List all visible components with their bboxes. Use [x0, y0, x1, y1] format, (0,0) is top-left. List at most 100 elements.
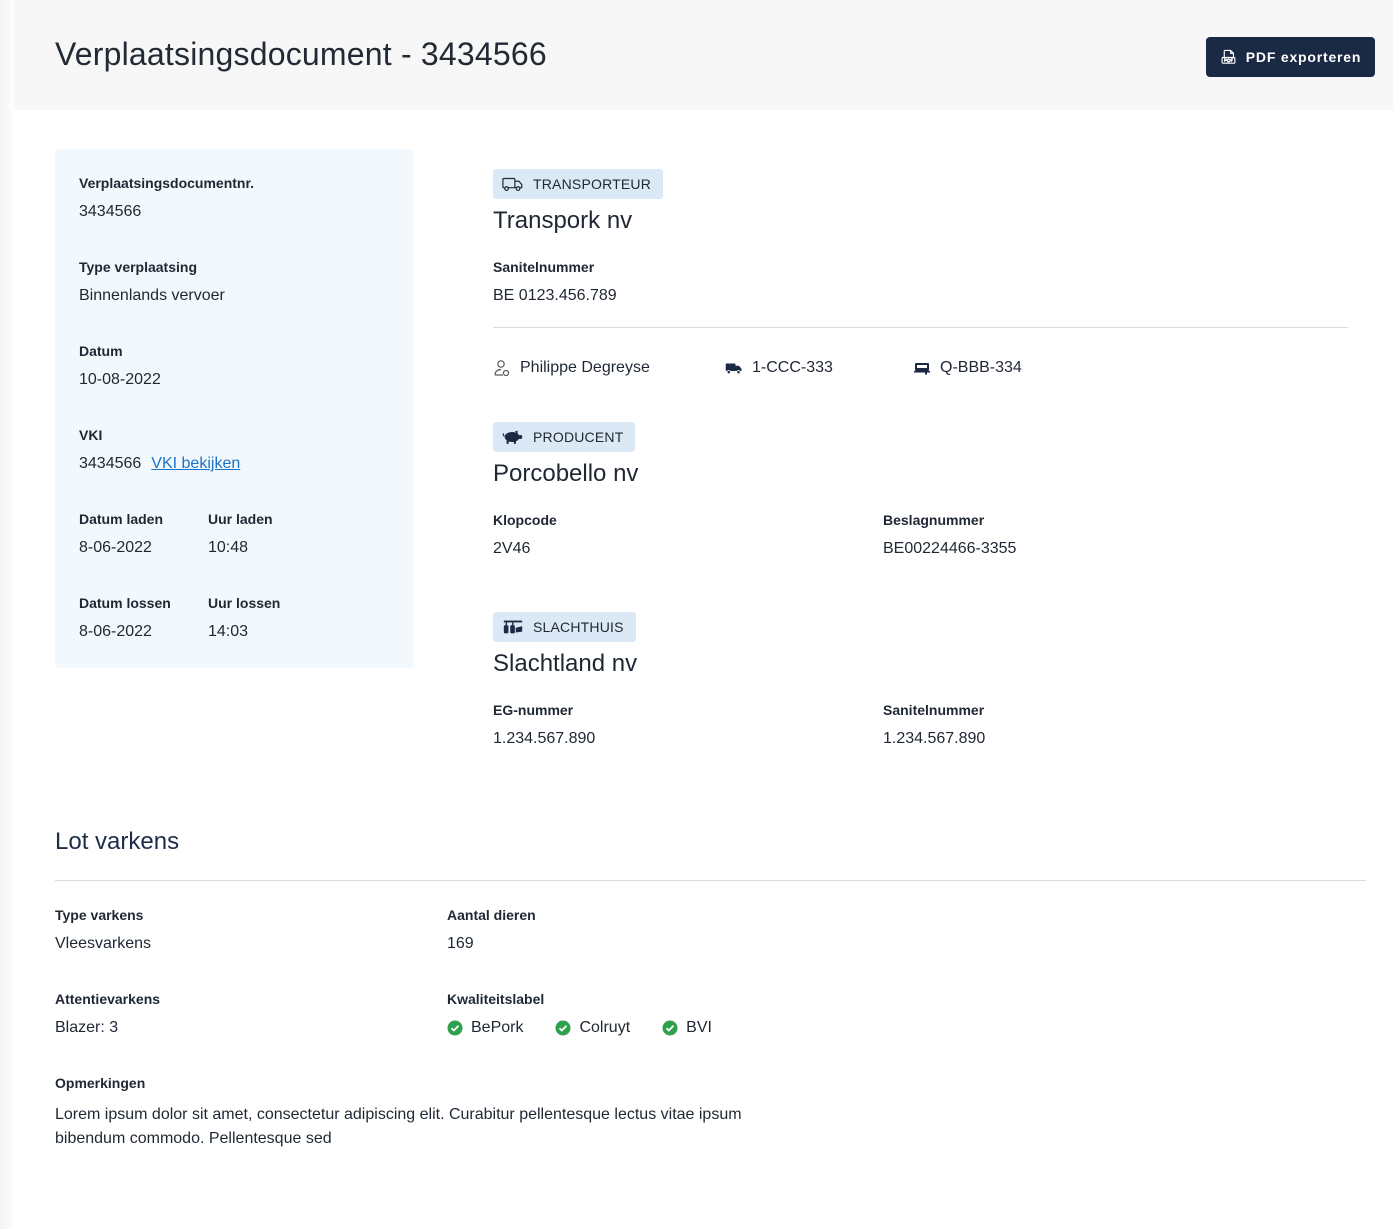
pig-icon	[502, 430, 523, 444]
trailer-icon	[914, 363, 930, 375]
pig-type-value: Vleesvarkens	[55, 935, 152, 952]
load-time-field: Uur laden 10:48	[208, 511, 273, 557]
load-time-value: 10:48	[208, 539, 249, 556]
slachthuis-tag: SLACHTHUIS	[493, 612, 636, 642]
beslag-label: Beslagnummer	[883, 512, 985, 528]
date-label: Datum	[79, 343, 123, 359]
animal-count-field: Aantal dieren 169	[447, 907, 536, 953]
quality-label-item: BePork	[447, 1019, 523, 1037]
unload-date-field: Datum lossen 8-06-2022	[79, 595, 171, 641]
unload-time-value: 14:03	[208, 623, 249, 640]
slachthuis-name: Slachtland nv	[493, 650, 638, 677]
docnr-value: 3434566	[79, 203, 142, 220]
lot-title: Lot varkens	[55, 828, 180, 855]
unload-time-label: Uur lossen	[208, 595, 281, 611]
pig-type-label: Type varkens	[55, 907, 144, 923]
transporteur-sanitel-field: Sanitelnummer BE 0123.456.789	[493, 259, 617, 305]
truck-outline-icon	[502, 177, 523, 192]
page-shadow	[0, 0, 14, 1229]
slachthuis-sanitel-value: 1.234.567.890	[883, 730, 986, 747]
load-date-value: 8-06-2022	[79, 539, 152, 556]
slachthuis-sanitel-field: Sanitelnummer 1.234.567.890	[883, 702, 985, 748]
type-label: Type verplaatsing	[79, 259, 198, 275]
date-field: Datum 10-08-2022	[79, 343, 161, 389]
transporteur-tag: TRANSPORTEUR	[493, 169, 664, 199]
document-info-card: Verplaatsingsdocumentnr. 3434566 Type ve…	[55, 149, 413, 668]
producent-name: Porcobello nv	[493, 460, 639, 487]
attention-value: Blazer: 3	[55, 1019, 119, 1036]
page-header: Verplaatsingsdocument - 3434566 PDF expo…	[14, 0, 1393, 110]
pdf-export-button[interactable]: PDF exporteren	[1206, 37, 1375, 77]
eg-field: EG-nummer 1.234.567.890	[493, 702, 595, 748]
attention-field: Attentievarkens Blazer: 3	[55, 991, 160, 1037]
vki-label: VKI	[79, 427, 103, 443]
vki-value: 3434566	[79, 455, 142, 472]
vki-field: VKI 3434566 VKI bekijken	[79, 427, 240, 473]
quality-field: Kwaliteitslabel BePork Colruyt BVI	[447, 991, 712, 1037]
pig-type-field: Type varkens Vleesvarkens	[55, 907, 151, 953]
check-circle-icon	[555, 1020, 571, 1036]
beslag-value: BE00224466-3355	[883, 540, 1017, 557]
truck-plate: 1-CCC-333	[752, 359, 833, 376]
animal-count-label: Aantal dieren	[447, 907, 536, 923]
producent-tag: PRODUCENT	[493, 422, 636, 452]
lot-divider	[55, 880, 1366, 881]
quality-label-name: Colruyt	[579, 1019, 631, 1036]
docnr-label: Verplaatsingsdocumentnr.	[79, 175, 255, 191]
vki-view-link[interactable]: VKI bekijken	[151, 455, 240, 472]
klopcode-label: Klopcode	[493, 512, 557, 528]
transporteur-sanitel-label: Sanitelnummer	[493, 259, 595, 275]
klopcode-value: 2V46	[493, 540, 531, 557]
transporteur-name: Transpork nv	[493, 207, 633, 234]
driver-name: Philippe Degreyse	[520, 359, 650, 376]
quality-label-name: BVI	[686, 1019, 712, 1036]
load-date-label: Datum laden	[79, 511, 164, 527]
transport-meta-row: Philippe Degreyse 1-CCC-333 Q-BBB-334	[493, 359, 1022, 377]
pdf-file-icon	[1221, 49, 1236, 64]
check-circle-icon	[662, 1020, 678, 1036]
trailer-item: Q-BBB-334	[913, 359, 1022, 377]
transporteur-sanitel-value: BE 0123.456.789	[493, 287, 617, 304]
trailer-plate: Q-BBB-334	[940, 359, 1022, 376]
vki-value-row: 3434566 VKI bekijken	[79, 455, 240, 473]
quality-label: Kwaliteitslabel	[447, 991, 545, 1007]
quality-label-list: BePork Colruyt BVI	[447, 1019, 712, 1037]
unload-time-field: Uur lossen 14:03	[208, 595, 280, 641]
docnr-field: Verplaatsingsdocumentnr. 3434566	[79, 175, 254, 221]
person-icon	[494, 360, 510, 377]
page: Verplaatsingsdocument - 3434566 PDF expo…	[14, 0, 1393, 1229]
animal-count-value: 169	[447, 935, 474, 952]
truck-item: 1-CCC-333	[725, 359, 913, 377]
transporteur-section: TRANSPORTEUR Transpork nv Sanitelnummer …	[493, 169, 1348, 384]
attention-label: Attentievarkens	[55, 991, 161, 1007]
eg-label: EG-nummer	[493, 702, 574, 718]
transporteur-tag-label: TRANSPORTEUR	[533, 176, 652, 192]
klopcode-field: Klopcode 2V46	[493, 512, 557, 558]
driver-item: Philippe Degreyse	[493, 359, 725, 377]
slachthuis-sanitel-label: Sanitelnummer	[883, 702, 985, 718]
slachthuis-tag-label: SLACHTHUIS	[533, 619, 624, 635]
load-time-label: Uur laden	[208, 511, 273, 527]
truck-icon	[725, 363, 742, 375]
unload-date-label: Datum lossen	[79, 595, 171, 611]
slaughterhouse-icon	[503, 620, 523, 634]
type-value: Binnenlands vervoer	[79, 287, 225, 304]
page-title: Verplaatsingsdocument - 3434566	[55, 36, 547, 72]
producent-section: PRODUCENT Porcobello nv Klopcode 2V46 Be…	[493, 422, 1348, 562]
producent-tag-label: PRODUCENT	[533, 429, 624, 445]
quality-label-item: BVI	[662, 1019, 712, 1037]
quality-label-name: BePork	[471, 1019, 524, 1036]
eg-value: 1.234.567.890	[493, 730, 596, 747]
beslag-field: Beslagnummer BE00224466-3355	[883, 512, 1016, 558]
remarks-field: Opmerkingen Lorem ipsum dolor sit amet, …	[55, 1075, 775, 1151]
slachthuis-section: SLACHTHUIS Slachtland nv EG-nummer 1.234…	[493, 612, 1348, 752]
pdf-export-label: PDF exporteren	[1245, 49, 1362, 65]
load-date-field: Datum laden 8-06-2022	[79, 511, 163, 557]
check-circle-icon	[447, 1020, 463, 1036]
remarks-label: Opmerkingen	[55, 1075, 146, 1091]
quality-label-item: Colruyt	[555, 1019, 630, 1037]
remarks-value: Lorem ipsum dolor sit amet, consectetur …	[55, 1106, 742, 1147]
unload-date-value: 8-06-2022	[79, 623, 152, 640]
date-value: 10-08-2022	[79, 371, 161, 388]
type-field: Type verplaatsing Binnenlands vervoer	[79, 259, 225, 305]
